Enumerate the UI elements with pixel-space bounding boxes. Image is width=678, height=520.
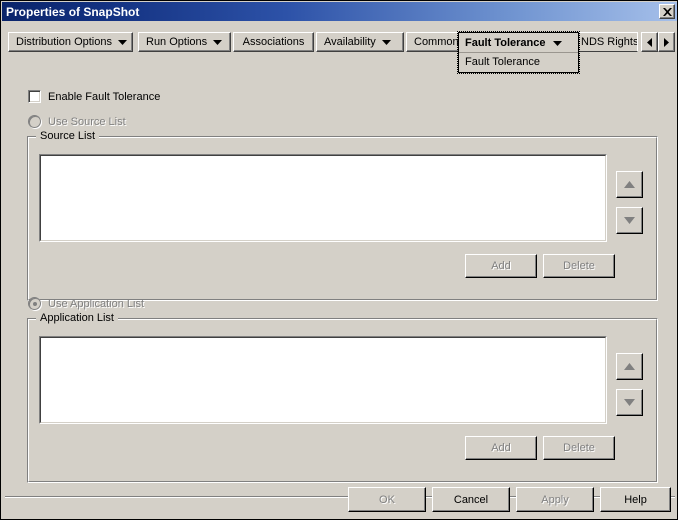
tab-strip: Distribution Options Run Options Associa…	[8, 31, 675, 74]
window-title: Properties of SnapShot	[6, 4, 140, 19]
triangle-up-icon	[624, 181, 635, 188]
tab-run-options[interactable]: Run Options	[138, 32, 231, 52]
dialog-client-area: Distribution Options Run Options Associa…	[2, 21, 677, 519]
use-source-list-label: Use Source List	[48, 115, 126, 128]
ok-button[interactable]: OK	[348, 487, 426, 512]
source-list-delete-button[interactable]: Delete	[543, 254, 615, 278]
apply-button[interactable]: Apply	[516, 487, 594, 512]
tab-label: Fault Tolerance	[465, 36, 546, 49]
tab-scroll-buttons	[641, 32, 675, 52]
application-list-listbox-surface[interactable]	[40, 337, 606, 423]
title-bar[interactable]: Properties of SnapShot	[2, 2, 677, 21]
tab-scroll-left-button[interactable]	[641, 32, 658, 52]
application-list-move-up-button[interactable]	[616, 353, 643, 380]
tab-label: NDS Rights	[581, 36, 638, 48]
triangle-down-icon	[624, 217, 635, 224]
enable-fault-tolerance-row[interactable]: Enable Fault Tolerance	[28, 90, 160, 103]
help-button[interactable]: Help	[600, 487, 671, 512]
application-list-delete-button[interactable]: Delete	[543, 436, 615, 460]
application-list-move-down-button[interactable]	[616, 389, 643, 416]
triangle-down-icon	[624, 399, 635, 406]
tab-fault-tolerance[interactable]: Fault Tolerance Fault Tolerance	[457, 31, 580, 74]
tab-label: Distribution Options	[16, 36, 112, 48]
source-list-move-up-button[interactable]	[616, 171, 643, 198]
tab-fault-tolerance-header[interactable]: Fault Tolerance	[459, 33, 578, 53]
cancel-button[interactable]: Cancel	[432, 487, 510, 512]
tab-menu-item-label: Fault Tolerance	[465, 56, 541, 68]
tab-associations[interactable]: Associations	[233, 32, 314, 52]
tab-distribution-options[interactable]: Distribution Options	[8, 32, 133, 52]
application-list-add-button[interactable]: Add	[465, 436, 537, 460]
triangle-up-icon	[624, 363, 635, 370]
source-list-group: Source List Add Delete	[27, 130, 658, 301]
close-button[interactable]	[659, 4, 675, 19]
tab-nds-rights[interactable]: NDS Rights	[574, 32, 638, 52]
properties-dialog-window: Properties of SnapShot Distribution Opti…	[0, 0, 678, 520]
application-list-group: Application List Add Delete	[27, 312, 658, 483]
chevron-down-icon	[381, 36, 391, 48]
enable-fault-tolerance-label: Enable Fault Tolerance	[48, 90, 161, 103]
source-list-group-title: Source List	[36, 130, 100, 142]
source-list-move-down-button[interactable]	[616, 207, 643, 234]
use-application-list-label: Use Application List	[48, 297, 144, 310]
use-source-list-row[interactable]: Use Source List	[28, 115, 126, 128]
tab-menu-item-fault-tolerance[interactable]: Fault Tolerance	[459, 53, 578, 71]
chevron-down-icon	[553, 37, 563, 49]
triangle-right-icon	[664, 37, 669, 47]
tab-label: Associations	[242, 36, 305, 48]
tab-availability[interactable]: Availability	[316, 32, 404, 52]
close-icon	[662, 7, 672, 16]
tab-label: Run Options	[146, 36, 208, 48]
use-source-list-radio[interactable]	[28, 115, 41, 128]
chevron-down-icon	[213, 36, 223, 48]
tab-label: Common	[414, 36, 459, 48]
source-list-listbox-surface[interactable]	[40, 155, 606, 241]
use-application-list-row[interactable]: Use Application List	[28, 297, 144, 310]
source-list-listbox[interactable]	[39, 154, 607, 242]
triangle-left-icon	[647, 37, 652, 47]
tab-label: Availability	[324, 36, 376, 48]
application-list-listbox[interactable]	[39, 336, 607, 424]
use-application-list-radio[interactable]	[28, 297, 41, 310]
enable-fault-tolerance-checkbox[interactable]	[28, 90, 41, 103]
chevron-down-icon	[118, 36, 127, 48]
application-list-group-title: Application List	[36, 312, 118, 324]
source-list-add-button[interactable]: Add	[465, 254, 537, 278]
tab-scroll-right-button[interactable]	[658, 32, 675, 52]
